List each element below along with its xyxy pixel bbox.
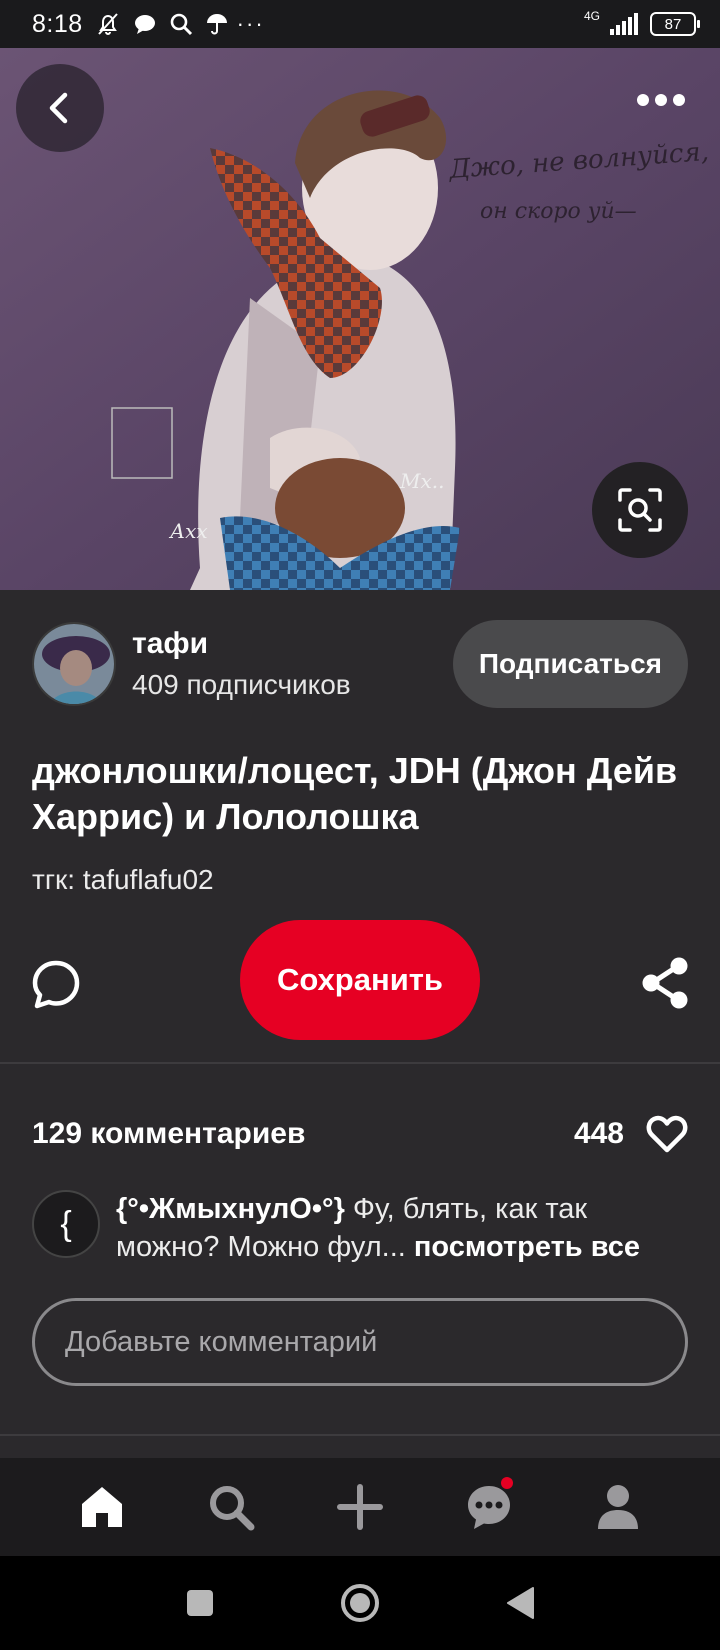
visual-search-button[interactable] [592,462,688,558]
signal-icon [610,13,638,35]
pin-description: тгк: tafuflafu02 [32,864,214,895]
likes: 448 [574,1114,688,1154]
umbrella-icon [206,14,227,35]
author-row: тафи 409 подписчиков Подписаться [32,620,688,708]
pin-image[interactable]: Джо, не волнуйся, он скоро уй— Мх.. Ахх [0,48,720,590]
author-name[interactable]: тафи [132,627,351,661]
create-icon [336,1484,383,1530]
network-type: 4G [583,9,600,23]
status-right: 4G 87 [583,9,700,36]
nav-profile[interactable] [586,1475,650,1539]
home-system-button[interactable] [335,1578,385,1628]
pin-title: джонлошки/лоцест, JDH (Джон Дейв Харрис)… [32,750,678,837]
share-icon [642,957,688,1009]
save-button[interactable]: Сохранить [240,920,480,1040]
more-options-button[interactable] [626,78,696,122]
nav-home[interactable] [70,1475,134,1539]
author-avatar[interactable] [32,622,116,706]
heart-icon[interactable] [646,1114,688,1154]
profile-icon [597,1485,638,1529]
search-status-icon [170,13,192,36]
divider [0,1434,720,1436]
battery-level: 87 [664,15,682,33]
commenter-avatar[interactable]: { [32,1190,100,1258]
battery-icon: 87 [650,12,700,36]
author-followers: 409 подписчиков [132,669,351,700]
back-system-button[interactable] [495,1578,545,1628]
comment-button[interactable] [30,958,82,1010]
follow-button[interactable]: Подписаться [452,620,688,708]
more-horizontal-icon [637,94,685,106]
back-button[interactable] [16,64,104,152]
notification-dot [500,1477,513,1489]
chevron-left-icon [49,92,68,124]
svg-text:Мх..: Мх.. [399,469,444,493]
comment-bubble-icon [32,960,80,1009]
comment-author[interactable]: {°•ЖмыхнулО•°} [116,1193,345,1225]
chat-bubble-icon [134,15,155,34]
bottom-nav [0,1458,720,1556]
recents-button[interactable] [175,1578,225,1628]
circle-home-icon [341,1584,379,1622]
nav-search[interactable] [199,1475,263,1539]
triangle-back-icon [507,1587,534,1619]
svg-text:Ахх: Ахх [168,519,208,543]
comment-preview[interactable]: { {°•ЖмыхнулО•°} Фу, блять, как так можн… [32,1190,692,1266]
square-icon [187,1590,213,1616]
comment-body: {°•ЖмыхнулО•°} Фу, блять, как так можно?… [116,1190,686,1266]
action-row: Сохранить [0,920,720,1042]
status-overflow: ··· [236,11,265,36]
bell-off-icon [97,13,118,35]
nav-create[interactable] [328,1475,392,1539]
nav-messages[interactable] [457,1475,521,1539]
see-all-link[interactable]: посмотреть все [414,1231,640,1263]
visual-search-icon [618,488,662,532]
comments-count[interactable]: 129 комментариев [32,1117,305,1151]
system-nav [0,1556,720,1650]
home-icon [82,1487,123,1527]
status-time: 8:18 [32,9,83,38]
share-button[interactable] [640,956,690,1010]
svg-text:он скоро уй—: он скоро уй— [480,199,637,224]
author-info[interactable]: тафи 409 подписчиков [132,627,351,701]
divider [0,1062,720,1064]
search-icon [210,1486,255,1531]
status-notification-icons [95,11,229,37]
comments-header: 129 комментариев 448 [32,1114,688,1154]
avatar-image [34,624,114,704]
likes-count: 448 [573,1117,624,1150]
status-bar: 8:18 ··· 4G 87 [0,0,720,48]
comment-input[interactable] [32,1298,688,1386]
messages-icon [467,1486,510,1529]
